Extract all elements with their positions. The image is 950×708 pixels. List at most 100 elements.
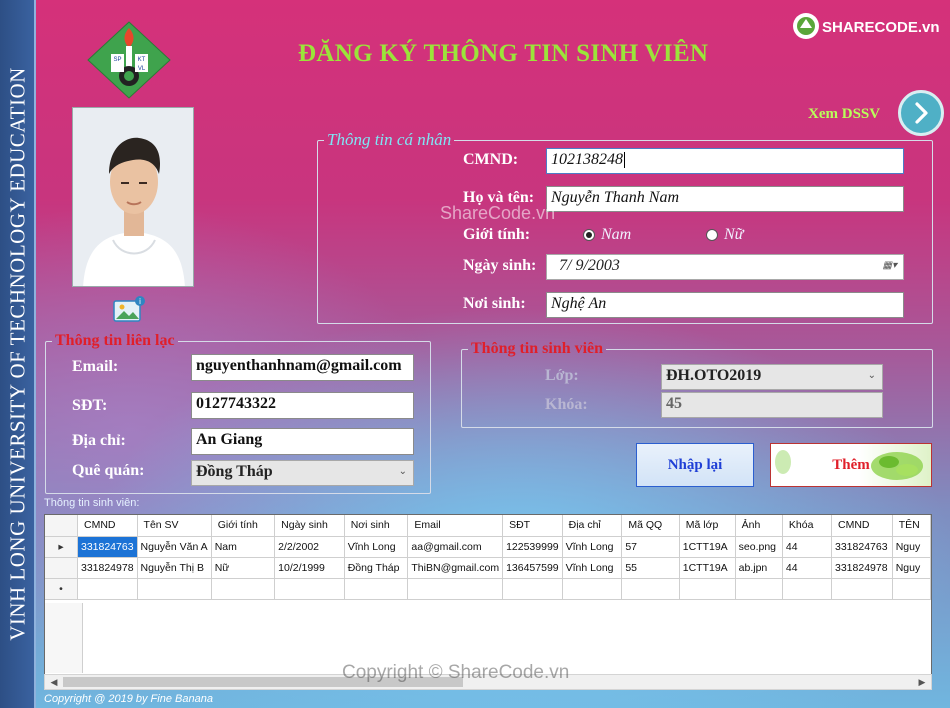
table-cell[interactable] xyxy=(274,578,345,600)
table-cell[interactable]: 55 xyxy=(621,557,680,579)
row-header[interactable] xyxy=(45,557,78,579)
gender-male-radio[interactable]: Nam xyxy=(583,226,631,244)
column-header[interactable]: Tên SV xyxy=(137,515,212,537)
choose-image-icon[interactable]: i xyxy=(112,295,146,323)
table-cell[interactable]: Nguyễn Thị B xyxy=(137,557,212,579)
table-cell[interactable]: 57 xyxy=(621,536,680,558)
column-header[interactable]: SĐT xyxy=(502,515,563,537)
table-cell[interactable]: ab.jpn xyxy=(735,557,783,579)
table-cell[interactable]: Vĩnh Long xyxy=(344,536,409,558)
column-header[interactable]: CMND xyxy=(77,515,138,537)
table-cell[interactable] xyxy=(344,578,409,600)
table-cell[interactable]: 331824763 xyxy=(77,536,138,558)
table-cell[interactable] xyxy=(621,578,680,600)
dob-date-picker[interactable]: 7/ 9/2003 ▦▾ xyxy=(546,254,904,280)
copyright-text: Copyright @ 2019 by Fine Banana xyxy=(44,693,213,705)
table-row[interactable]: ▸ 331824763 Nguyễn Văn A Nam 2/2/2002 Vĩ… xyxy=(45,536,931,558)
table-cell[interactable]: Nam xyxy=(211,536,276,558)
current-row-marker[interactable]: ▸ xyxy=(45,536,78,558)
gender-female-label: Nữ xyxy=(724,226,744,243)
table-cell[interactable]: aa@gmail.com xyxy=(407,536,504,558)
phone-input[interactable]: 0127743322 xyxy=(191,392,414,419)
table-cell[interactable]: Nguyễn Văn A xyxy=(137,536,212,558)
column-header[interactable]: Ngày sinh xyxy=(274,515,345,537)
table-cell[interactable] xyxy=(211,578,276,600)
table-cell[interactable]: 44 xyxy=(782,536,833,558)
grid-table: CMND Tên SV Giới tính Ngày sinh Nơi sinh… xyxy=(45,515,931,600)
table-cell[interactable]: 1CTT19A xyxy=(679,557,736,579)
table-cell[interactable] xyxy=(735,578,783,600)
table-cell[interactable]: Vĩnh Long xyxy=(562,557,623,579)
column-header[interactable]: Nơi sinh xyxy=(344,515,409,537)
table-cell[interactable]: Nguy xyxy=(892,536,931,558)
birthplace-input[interactable]: Nghệ An xyxy=(546,292,904,318)
table-row[interactable]: 331824978 Nguyễn Thị B Nữ 10/2/1999 Đồng… xyxy=(45,557,931,579)
table-cell[interactable]: Nguy xyxy=(892,557,931,579)
address-input[interactable]: An Giang xyxy=(191,428,414,455)
column-header[interactable]: Email xyxy=(407,515,504,537)
column-header[interactable]: Giới tính xyxy=(211,515,276,537)
table-cell[interactable]: 331824978 xyxy=(77,557,138,579)
table-cell[interactable]: 10/2/1999 xyxy=(274,557,345,579)
table-cell[interactable]: Vĩnh Long xyxy=(562,536,623,558)
address-label: Địa chỉ: xyxy=(72,432,126,449)
logo-letters-right: KT xyxy=(138,57,146,63)
table-cell[interactable] xyxy=(892,578,931,600)
table-cell[interactable]: seo.png xyxy=(735,536,783,558)
table-cell[interactable] xyxy=(407,578,504,600)
phone-label: SĐT: xyxy=(72,397,108,414)
hometown-value: Đồng Tháp xyxy=(196,463,273,480)
table-cell[interactable] xyxy=(77,578,138,600)
column-header[interactable]: Mã QQ xyxy=(621,515,680,537)
table-cell[interactable] xyxy=(782,578,833,600)
chevron-down-icon: ⌄ xyxy=(398,466,407,477)
new-row[interactable]: • xyxy=(45,578,931,600)
leaves-decoration-icon xyxy=(871,452,923,480)
view-list-label[interactable]: Xem DSSV xyxy=(808,106,880,123)
table-cell[interactable]: 331824978 xyxy=(831,557,893,579)
table-cell[interactable] xyxy=(137,578,212,600)
id-number-value: 102138248 xyxy=(551,151,623,168)
class-select[interactable]: ĐH.OTO2019 ⌄ xyxy=(661,364,883,390)
course-field: 45 xyxy=(661,392,883,418)
column-header[interactable]: Mã lớp xyxy=(679,515,736,537)
table-cell[interactable]: Đồng Tháp xyxy=(344,557,409,579)
column-header[interactable]: Địa chỉ xyxy=(562,515,623,537)
column-header[interactable]: Ảnh xyxy=(735,515,783,537)
table-cell[interactable]: 2/2/2002 xyxy=(274,536,345,558)
gender-male-label: Nam xyxy=(601,226,632,243)
student-info-legend: Thông tin sinh viên xyxy=(471,340,604,357)
hometown-select[interactable]: Đồng Tháp ⌄ xyxy=(191,460,414,486)
reset-button[interactable]: Nhập lại xyxy=(636,443,754,487)
table-cell[interactable] xyxy=(562,578,623,600)
column-header[interactable]: TÊN xyxy=(892,515,931,537)
scroll-left-icon[interactable]: ◀ xyxy=(46,675,62,689)
gender-female-radio[interactable]: Nữ xyxy=(706,226,743,244)
table-cell[interactable]: 331824763 xyxy=(831,536,893,558)
table-cell[interactable]: 44 xyxy=(782,557,833,579)
column-header[interactable]: Khóa xyxy=(782,515,833,537)
birthplace-label: Nơi sinh: xyxy=(463,295,526,312)
id-number-input[interactable]: 102138248 xyxy=(546,148,904,174)
new-row-marker[interactable]: • xyxy=(45,578,78,600)
add-button[interactable]: Thêm xyxy=(770,443,932,487)
table-cell[interactable]: Nữ xyxy=(211,557,276,579)
table-cell[interactable]: ThiBN@gmail.com xyxy=(407,557,504,579)
column-header[interactable]: CMND xyxy=(831,515,893,537)
email-input[interactable]: nguyenthanhnam@gmail.com xyxy=(191,354,414,381)
full-name-input[interactable]: Nguyễn Thanh Nam xyxy=(546,186,904,212)
table-cell[interactable] xyxy=(679,578,736,600)
school-logo: SP KT VL xyxy=(86,20,172,100)
table-cell[interactable]: 122539999 xyxy=(502,536,563,558)
email-label: Email: xyxy=(72,358,119,375)
table-cell[interactable] xyxy=(502,578,563,600)
logo-letters-left: SP xyxy=(113,57,121,63)
chevron-down-icon: ⌄ xyxy=(867,370,876,381)
grid-header-row: CMND Tên SV Giới tính Ngày sinh Nơi sinh… xyxy=(45,515,931,537)
table-cell[interactable]: 1CTT19A xyxy=(679,536,736,558)
table-cell[interactable] xyxy=(831,578,893,600)
table-cell[interactable]: 136457599 xyxy=(502,557,563,579)
scroll-right-icon[interactable]: ▶ xyxy=(914,675,930,689)
calendar-dropdown-icon[interactable]: ▦▾ xyxy=(883,260,897,271)
class-value: ĐH.OTO2019 xyxy=(666,367,762,384)
